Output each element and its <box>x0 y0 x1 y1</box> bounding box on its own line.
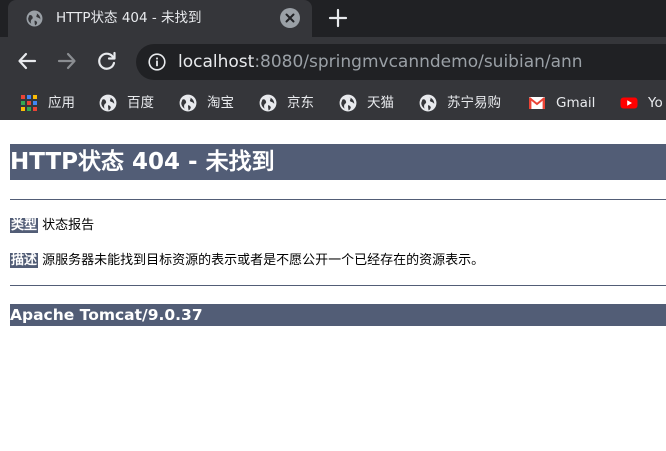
bookmark-youtube[interactable]: Yo <box>620 92 663 114</box>
globe-icon <box>179 94 197 112</box>
bookmark-baidu[interactable]: 百度 <box>99 92 154 114</box>
plus-icon[interactable] <box>327 7 349 29</box>
url-path: :8080/springmvcanndemo/suibian/ann <box>254 52 583 72</box>
bookmark-suning[interactable]: 苏宁易购 <box>419 92 501 114</box>
divider <box>10 285 666 286</box>
address-bar[interactable]: localhost:8080/springmvcanndemo/suibian/… <box>136 44 666 80</box>
globe-icon <box>99 94 117 112</box>
page-title: HTTP状态 404 - 未找到 <box>10 144 666 180</box>
tab-strip: HTTP状态 404 - 未找到 <box>0 0 666 37</box>
globe-icon <box>26 10 43 27</box>
bookmark-label: 百度 <box>127 95 154 111</box>
bookmark-label: Gmail <box>556 95 596 111</box>
gmail-icon <box>528 97 546 109</box>
description-label: 描述 <box>10 253 39 268</box>
tab-close-button[interactable] <box>280 8 300 28</box>
reload-icon[interactable] <box>96 50 118 72</box>
page-content: HTTP状态 404 - 未找到 类型 状态报告 描述 源服务器未能找到目标资源… <box>0 120 666 451</box>
bookmark-label: 苏宁易购 <box>447 95 501 111</box>
apps-grid-icon <box>21 95 37 111</box>
browser-tab[interactable]: HTTP状态 404 - 未找到 <box>8 0 312 37</box>
bookmark-label: 应用 <box>48 95 75 111</box>
type-value: 状态报告 <box>42 218 95 233</box>
globe-icon <box>259 94 277 112</box>
close-icon <box>285 13 295 23</box>
description-row: 描述 源服务器未能找到目标资源的表示或者是不愿公开一个已经存在的资源表示。 <box>10 252 484 270</box>
browser-toolbar: localhost:8080/springmvcanndemo/suibian/… <box>0 37 666 86</box>
type-row: 类型 状态报告 <box>10 217 94 235</box>
arrow-left-icon[interactable] <box>16 50 38 72</box>
bookmark-apps[interactable]: 应用 <box>20 92 75 114</box>
divider <box>10 199 666 200</box>
bookmark-label: Yo <box>648 95 663 111</box>
bookmark-taobao[interactable]: 淘宝 <box>179 92 234 114</box>
bookmarks-bar: 应用 百度 淘宝 京东 天猫 苏宁易购 Gmail Yo <box>0 86 666 120</box>
globe-icon <box>419 94 437 112</box>
bookmark-gmail[interactable]: Gmail <box>528 92 595 114</box>
youtube-icon <box>620 97 638 109</box>
info-icon[interactable] <box>148 53 166 71</box>
bookmark-label: 天猫 <box>367 95 394 111</box>
description-value: 源服务器未能找到目标资源的表示或者是不愿公开一个已经存在的资源表示。 <box>42 253 485 268</box>
server-info: Apache Tomcat/9.0.37 <box>10 304 666 326</box>
bookmark-label: 淘宝 <box>207 95 234 111</box>
arrow-right-icon[interactable] <box>56 50 78 72</box>
tab-title: HTTP状态 404 - 未找到 <box>56 10 202 26</box>
bookmark-tmall[interactable]: 天猫 <box>339 92 394 114</box>
type-label: 类型 <box>10 218 39 233</box>
bookmark-jd[interactable]: 京东 <box>259 92 314 114</box>
bookmark-label: 京东 <box>287 95 314 111</box>
url-text[interactable]: localhost:8080/springmvcanndemo/suibian/… <box>178 51 583 73</box>
url-host: localhost <box>178 52 255 72</box>
globe-icon <box>339 94 357 112</box>
